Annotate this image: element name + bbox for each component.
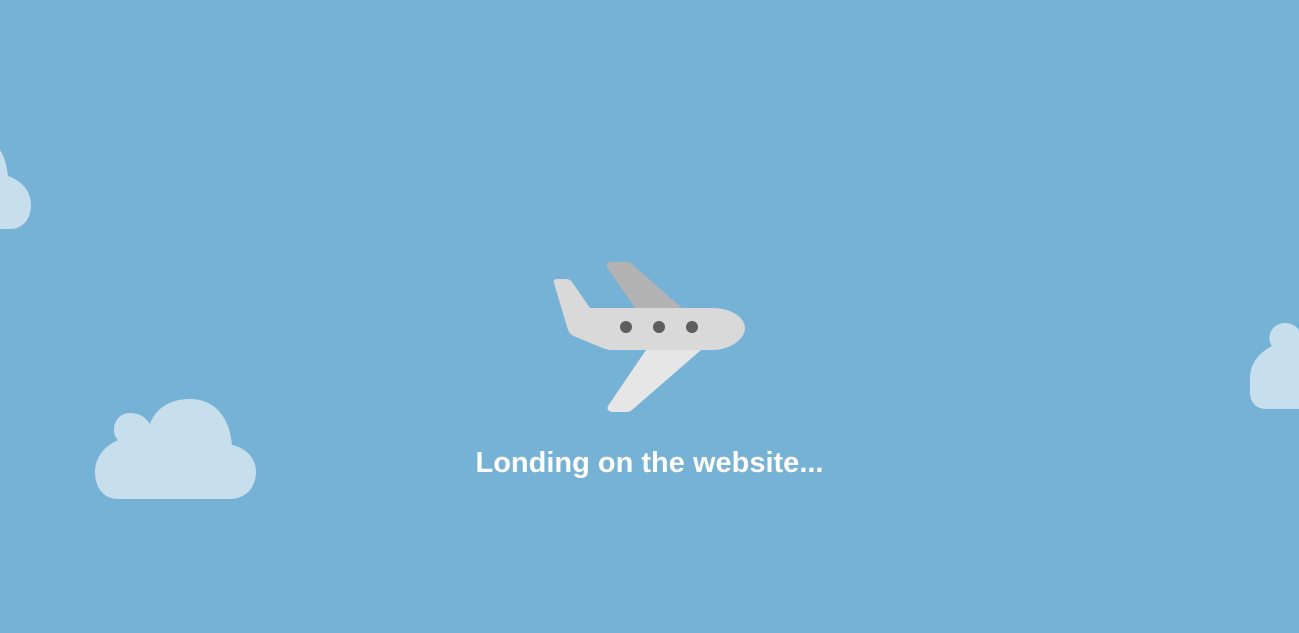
window-icon (620, 321, 632, 333)
loading-message: Londing on the website... (475, 447, 824, 479)
window-icon (653, 321, 665, 333)
airplane-icon (553, 262, 745, 412)
cloud-icon (1250, 323, 1299, 409)
scene (0, 150, 1299, 499)
cloud-icon (0, 150, 31, 229)
window-icon (686, 321, 698, 333)
